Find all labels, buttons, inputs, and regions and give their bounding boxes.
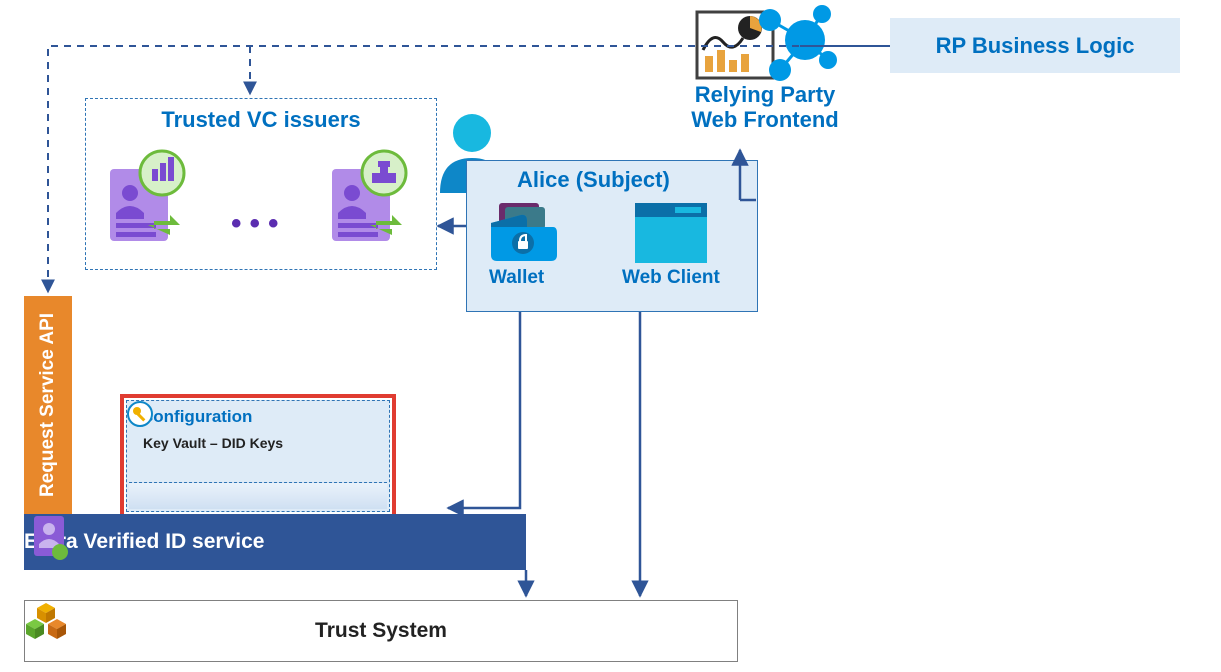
wallet-icon <box>487 201 557 261</box>
cubes-icon <box>25 601 67 641</box>
diagram-canvas: RP Business Logic Relying Party Web Fron… <box>0 0 1221 672</box>
trusted-vc-issuers-title: Trusted VC issuers <box>86 107 436 133</box>
graph-icon <box>750 0 840 85</box>
configuration-box: Configuration Key Vault – DID Keys <box>120 394 396 518</box>
key-vault-label: Key Vault – DID Keys <box>143 435 283 451</box>
vc-card-icon <box>326 147 416 247</box>
chart-icon <box>695 10 775 80</box>
relying-party-line2: Web Frontend <box>655 107 875 132</box>
alice-subject-box: Alice (Subject) Wallet Web Client <box>466 160 758 312</box>
trusted-vc-issuers-box: Trusted VC issuers ••• <box>85 98 437 270</box>
browser-icon <box>635 203 707 263</box>
web-client-label: Web Client <box>622 267 720 289</box>
ellipsis-icon: ••• <box>231 207 287 241</box>
request-service-api-bar: Request Service API <box>24 296 72 514</box>
wallet-label: Wallet <box>489 267 544 289</box>
rp-business-logic-label: RP Business Logic <box>936 33 1135 59</box>
configuration-title: Configuration <box>141 407 252 427</box>
rp-business-logic-box: RP Business Logic <box>890 18 1180 73</box>
vc-card-icon <box>104 147 194 247</box>
request-service-api-label: Request Service API <box>37 313 59 497</box>
entra-service-label: Entra Verified ID service <box>24 530 264 554</box>
trust-system-box: Trust System <box>24 600 738 662</box>
relying-party-web-frontend: Relying Party Web Frontend <box>655 0 875 140</box>
trust-system-label: Trust System <box>315 619 447 643</box>
entra-service-bar: Entra Verified ID service <box>24 514 526 570</box>
relying-party-line1: Relying Party <box>655 82 875 107</box>
alice-title: Alice (Subject) <box>517 167 757 193</box>
